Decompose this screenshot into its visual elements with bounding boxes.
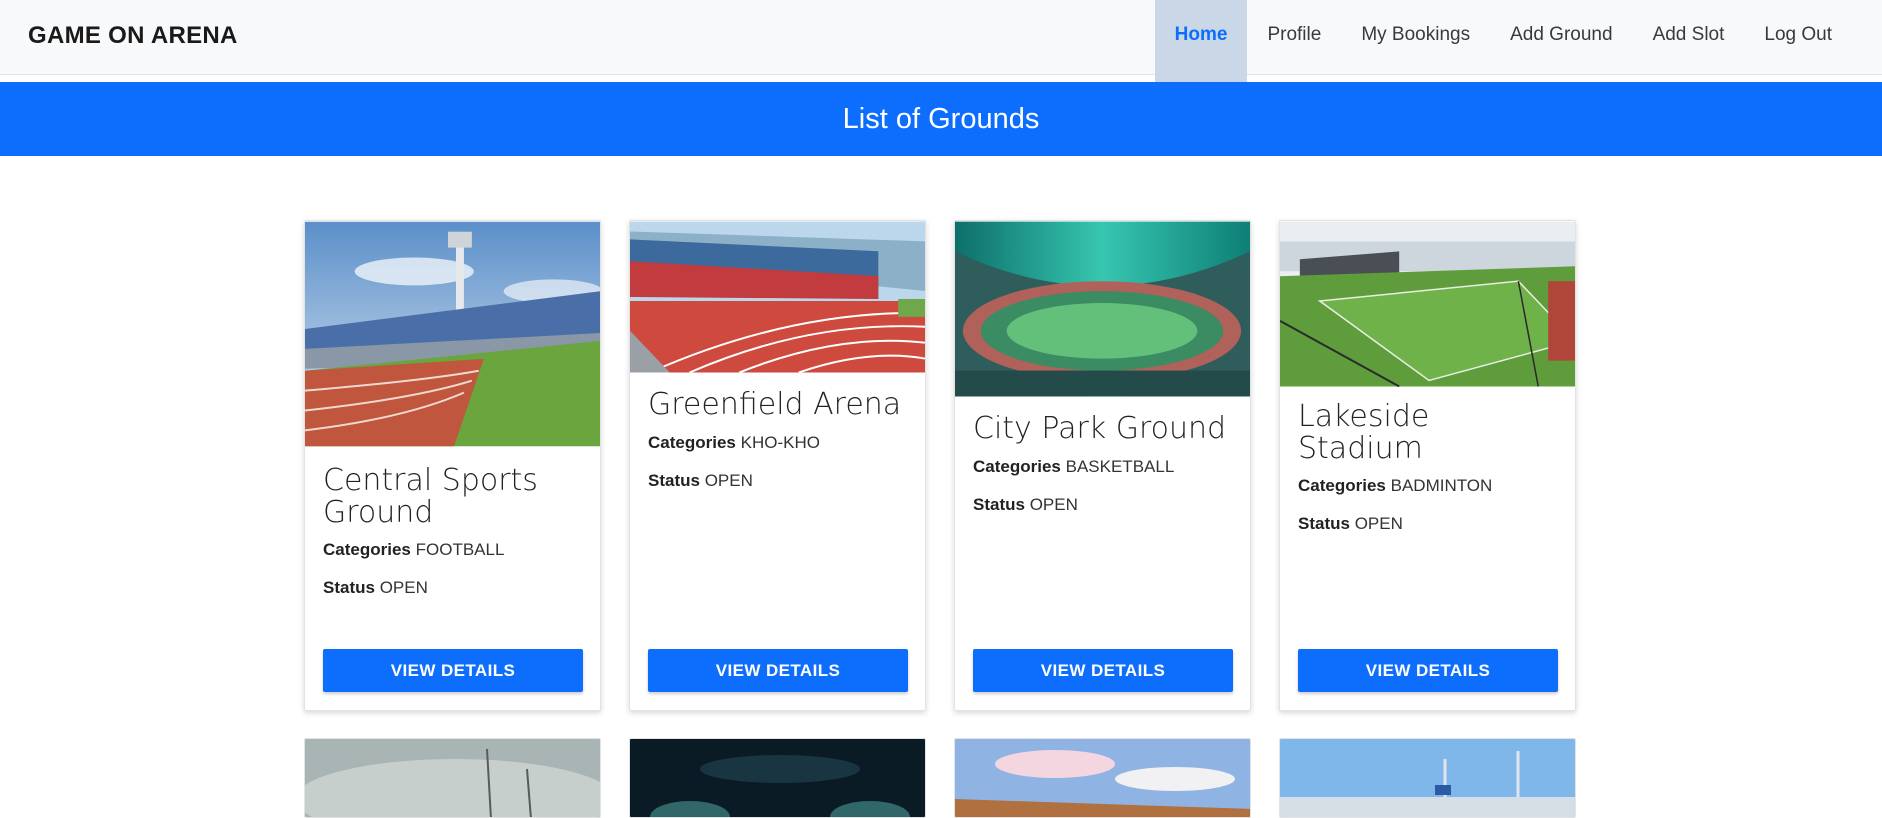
ground-name: City Park Ground <box>973 411 1227 446</box>
ground-name: Greenfield Arena <box>648 387 902 422</box>
status-label: Status <box>323 578 375 597</box>
ground-card <box>1279 738 1576 818</box>
ground-card: Lakeside Stadium Categories BADMINTON St… <box>1279 220 1576 711</box>
status-label: Status <box>1298 514 1350 533</box>
category-value: BASKETBALL <box>1065 456 1175 476</box>
ground-status: Status OPEN <box>1298 514 1557 534</box>
ground-card <box>954 738 1251 818</box>
ground-status: Status OPEN <box>648 471 907 491</box>
status-label: Status <box>973 494 1025 514</box>
ground-card <box>304 738 601 818</box>
ground-image <box>305 221 600 447</box>
nav-item-home[interactable]: Home <box>1154 0 1248 82</box>
categories-label: Categories <box>1298 476 1386 495</box>
status-value: OPEN <box>1029 494 1078 514</box>
view-details-button[interactable]: VIEW DETAILS <box>973 649 1233 692</box>
ground-card: Greenfield Arena Categories KHO-KHO Stat… <box>629 220 926 711</box>
ground-categories: Categories BASKETBALL <box>973 457 1232 477</box>
nav-item-my-bookings[interactable]: My Bookings <box>1341 0 1490 70</box>
categories-label: Categories <box>323 540 411 559</box>
nav-item-profile[interactable]: Profile <box>1247 0 1341 70</box>
ground-categories: Categories BADMINTON <box>1298 476 1557 496</box>
ground-image <box>630 221 925 373</box>
ground-card: City Park Ground Categories BASKETBALL S… <box>954 220 1251 711</box>
ground-name: Central Sports Ground <box>323 463 538 530</box>
page-banner: List of Grounds <box>0 82 1882 156</box>
category-value: KHO-KHO <box>740 432 820 452</box>
ground-image <box>305 739 600 817</box>
ground-image <box>1280 221 1575 387</box>
card-body: Central Sports Ground Categories FOOTBAL… <box>323 465 582 616</box>
card-body: City Park Ground Categories BASKETBALL S… <box>973 413 1232 533</box>
ground-image <box>955 221 1250 397</box>
page-title: List of Grounds <box>842 102 1040 135</box>
ground-categories: Categories KHO-KHO <box>648 433 907 453</box>
ground-image <box>1280 739 1575 817</box>
ground-name: Lakeside Stadium <box>1298 399 1430 466</box>
status-value: OPEN <box>1354 514 1403 533</box>
navbar: GAME ON ARENA Home Profile My Bookings A… <box>0 0 1882 82</box>
ground-image <box>955 739 1250 817</box>
nav-item-log-out[interactable]: Log Out <box>1744 0 1882 70</box>
ground-status: Status OPEN <box>323 578 582 598</box>
status-label: Status <box>648 470 700 490</box>
nav-item-add-slot[interactable]: Add Slot <box>1633 0 1745 70</box>
card-body: Lakeside Stadium Categories BADMINTON St… <box>1298 401 1557 552</box>
ground-image <box>630 739 925 817</box>
view-details-button[interactable]: VIEW DETAILS <box>1298 649 1558 692</box>
card-body: Greenfield Arena Categories KHO-KHO Stat… <box>648 389 907 509</box>
ground-categories: Categories FOOTBALL <box>323 540 582 560</box>
ground-card <box>629 738 926 818</box>
brand-logo[interactable]: GAME ON ARENA <box>28 22 238 50</box>
nav-menu: Home Profile My Bookings Add Ground Add … <box>1154 0 1882 82</box>
status-value: OPEN <box>379 578 428 597</box>
view-details-button[interactable]: VIEW DETAILS <box>323 649 583 692</box>
ground-status: Status OPEN <box>973 495 1232 515</box>
ground-card: Central Sports Ground Categories FOOTBAL… <box>304 220 601 711</box>
nav-item-add-ground[interactable]: Add Ground <box>1490 0 1632 70</box>
categories-label: Categories <box>648 432 736 452</box>
view-details-button[interactable]: VIEW DETAILS <box>648 649 908 692</box>
category-value: BADMINTON <box>1390 476 1493 495</box>
status-value: OPEN <box>704 470 753 490</box>
category-value: FOOTBALL <box>415 540 505 559</box>
categories-label: Categories <box>973 456 1061 476</box>
